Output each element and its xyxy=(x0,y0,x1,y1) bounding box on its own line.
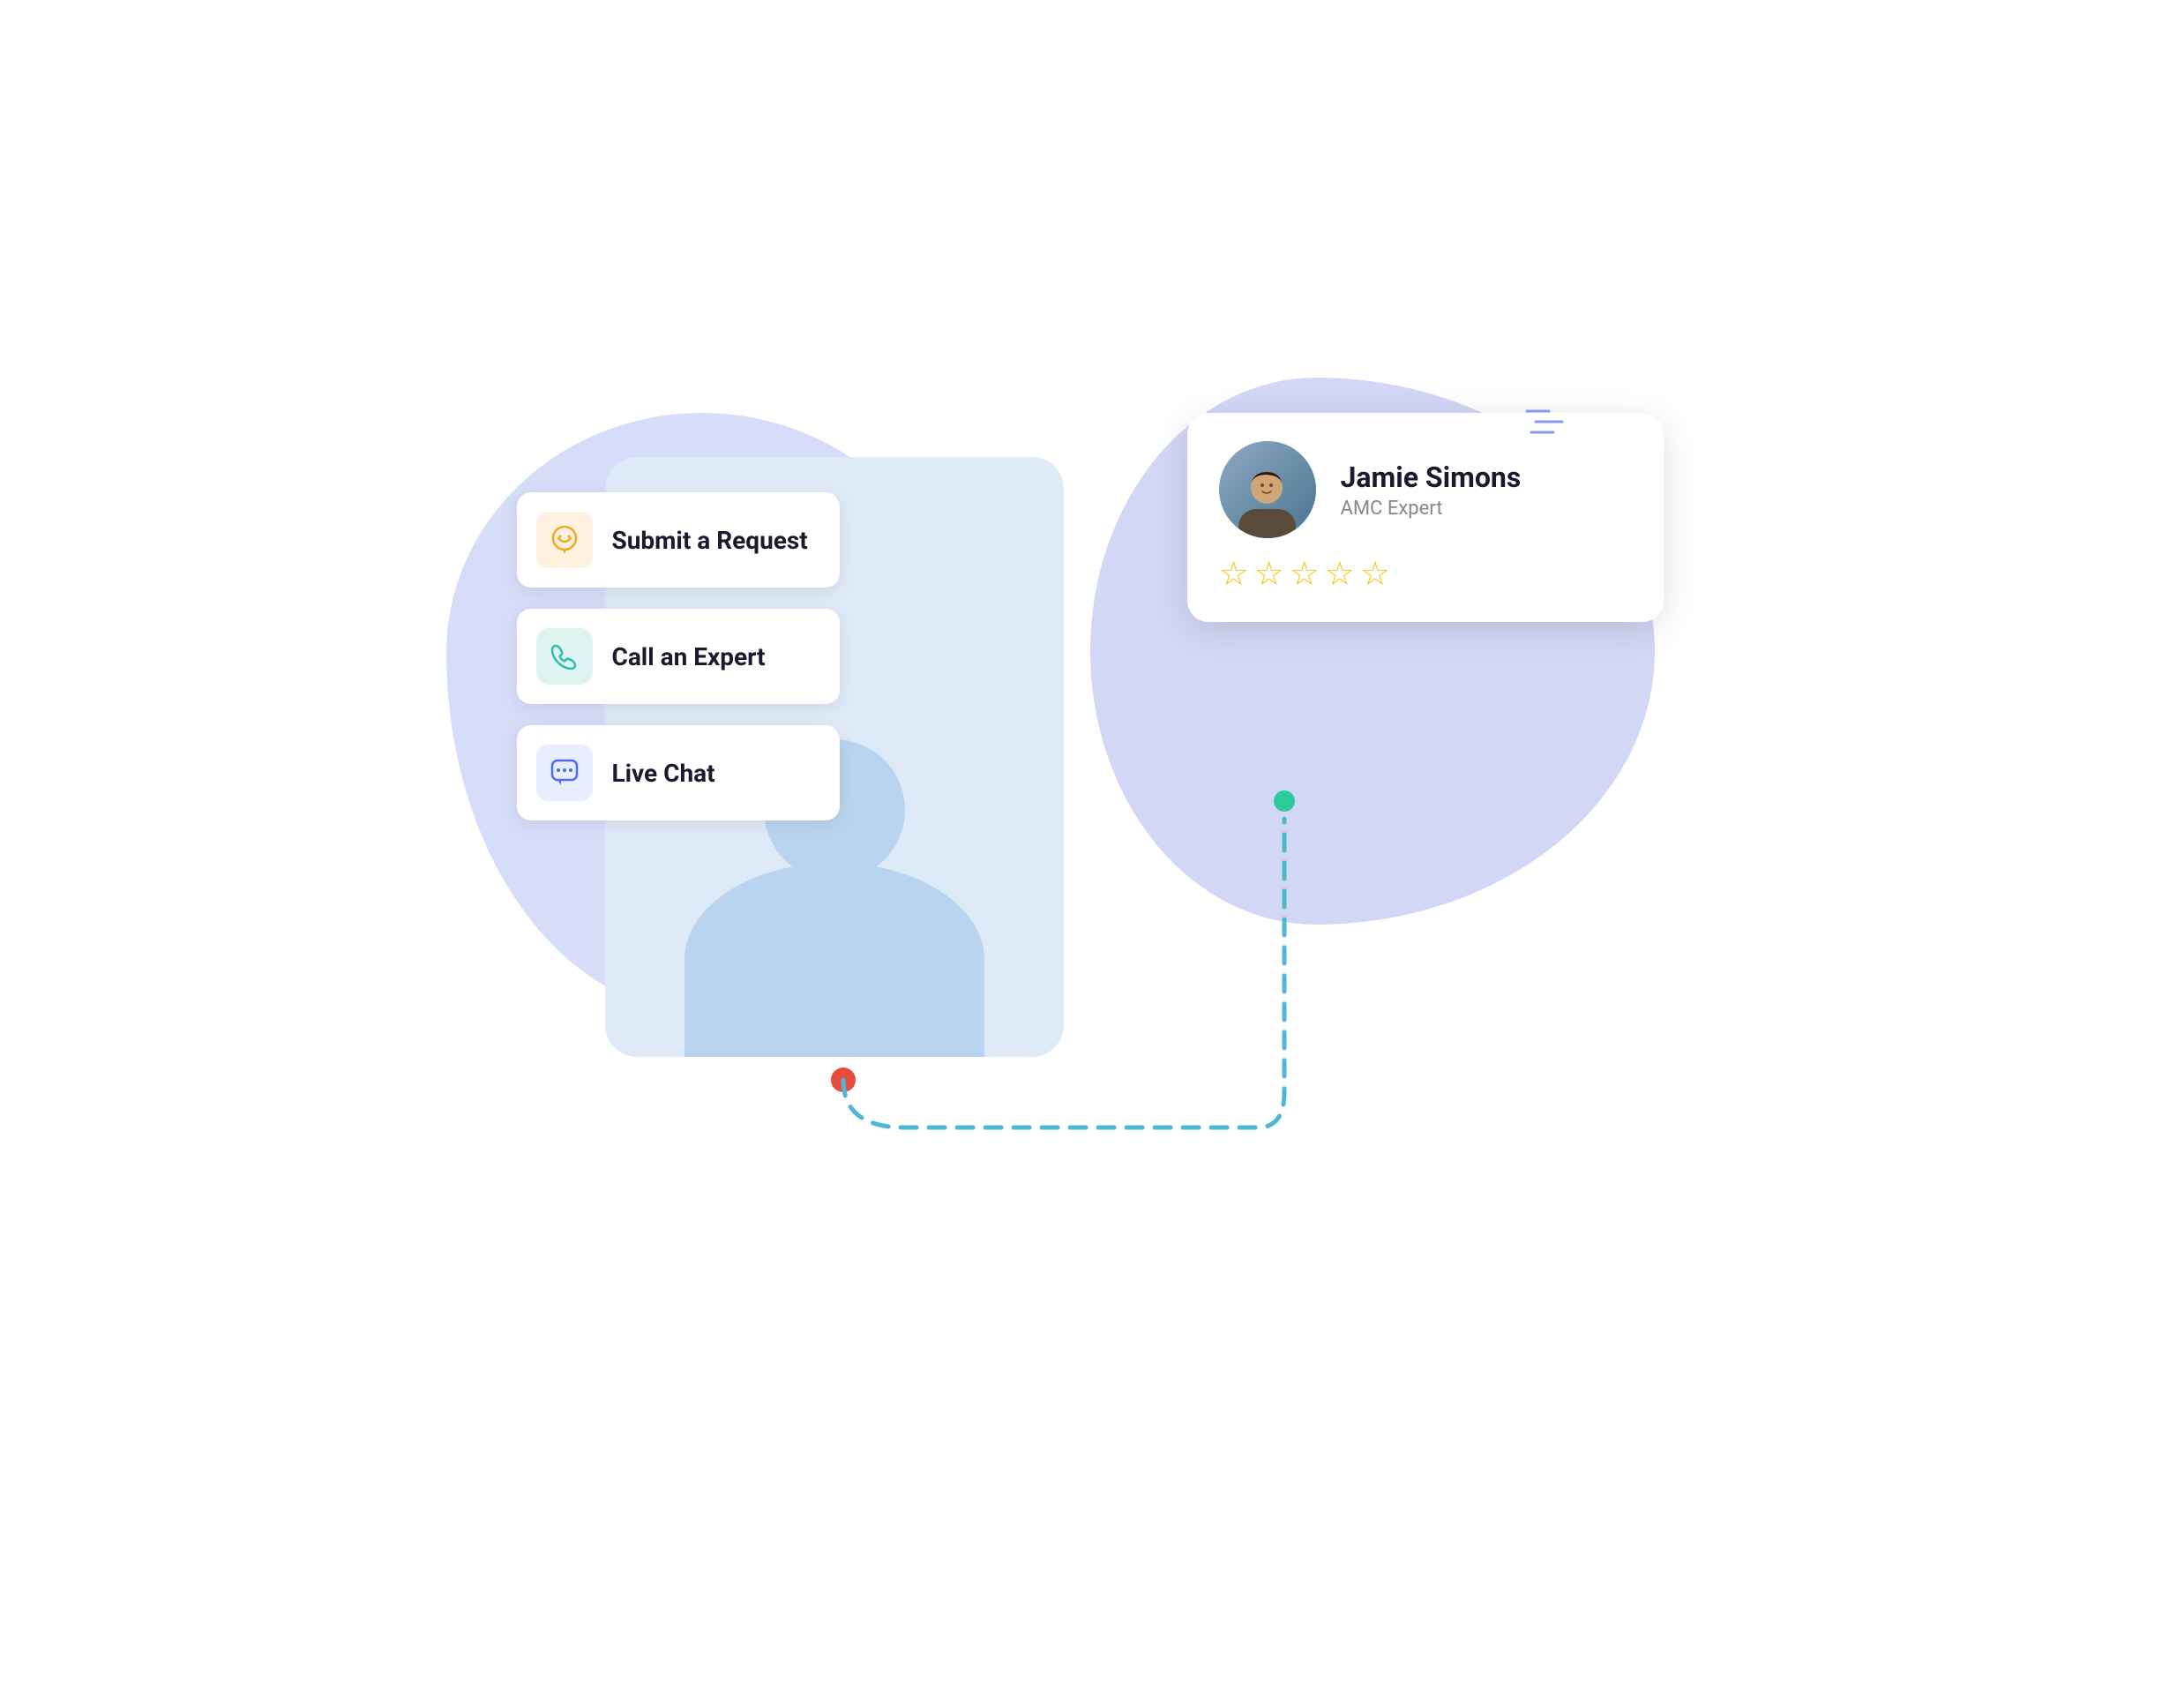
menu-item-call-expert[interactable]: Call an Expert xyxy=(517,609,840,704)
menu-panel: Submit a Request Call an Expert Live xyxy=(517,492,840,820)
submit-request-label: Submit a Request xyxy=(612,526,808,555)
expert-info: Jamie Simons AMC Expert xyxy=(1341,461,1522,520)
star-1: ☆ xyxy=(1219,554,1249,594)
expert-role: AMC Expert xyxy=(1341,498,1522,520)
star-3: ☆ xyxy=(1290,554,1320,594)
submit-request-icon xyxy=(536,512,593,568)
expert-avatar xyxy=(1219,441,1316,538)
avatar-body xyxy=(685,863,984,1057)
expert-header: Jamie Simons AMC Expert xyxy=(1219,441,1632,538)
expert-name: Jamie Simons xyxy=(1341,461,1522,494)
star-4: ☆ xyxy=(1325,554,1355,594)
live-chat-label: Live Chat xyxy=(612,759,715,788)
star-5: ☆ xyxy=(1360,554,1390,594)
call-expert-icon xyxy=(536,628,593,685)
main-scene: Submit a Request Call an Expert Live xyxy=(464,325,1699,1383)
decorative-lines xyxy=(1522,404,1567,443)
menu-item-live-chat[interactable]: Live Chat xyxy=(517,725,840,820)
star-2: ☆ xyxy=(1254,554,1284,594)
call-expert-label: Call an Expert xyxy=(612,642,766,671)
live-chat-icon xyxy=(536,745,593,801)
menu-item-submit-request[interactable]: Submit a Request xyxy=(517,492,840,588)
stars-row: ☆ ☆ ☆ ☆ ☆ xyxy=(1219,554,1632,594)
expert-card: Jamie Simons AMC Expert ☆ ☆ ☆ ☆ ☆ xyxy=(1187,413,1664,622)
